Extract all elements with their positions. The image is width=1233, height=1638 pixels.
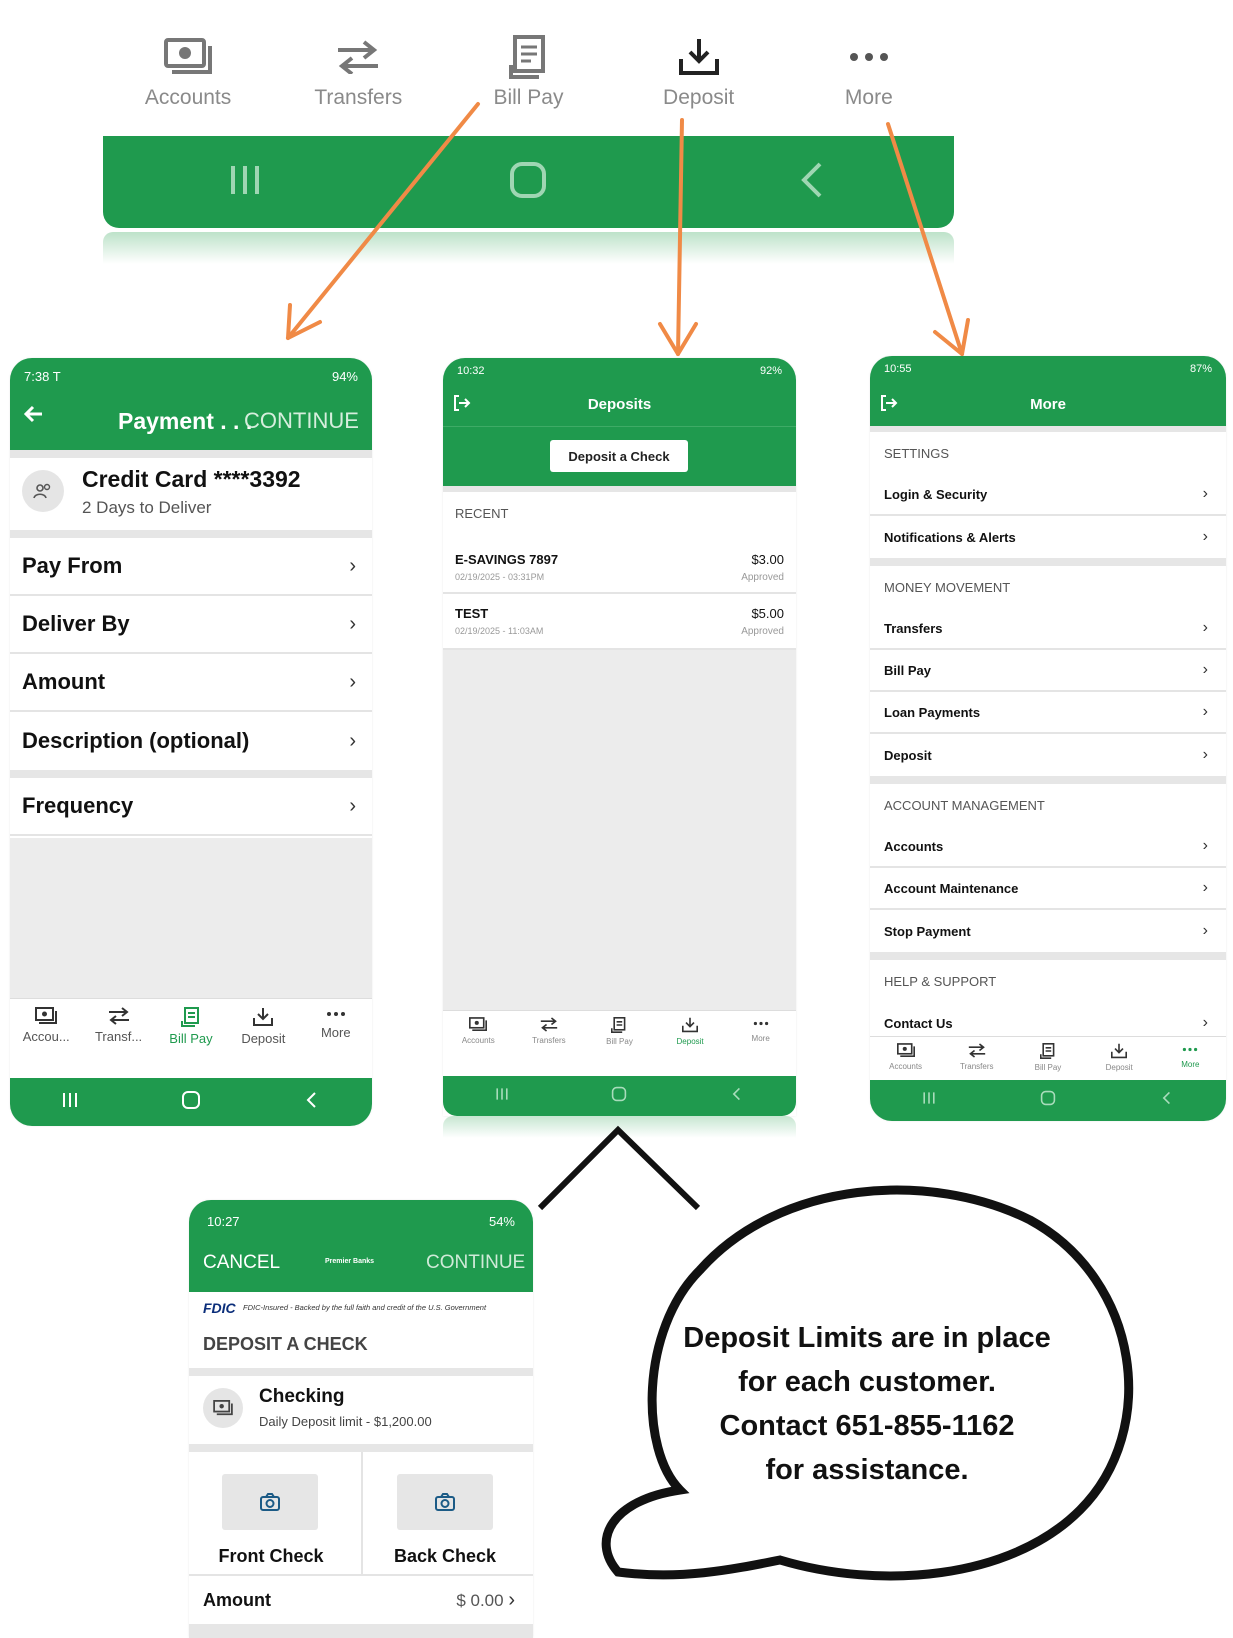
chevron-right-icon: › bbox=[508, 1588, 515, 1611]
speech-line: for assistance. bbox=[765, 1454, 969, 1486]
fdic-notice: FDIC-Insured - Backed by the full faith … bbox=[243, 1303, 487, 1312]
divider bbox=[189, 1368, 533, 1376]
status-time: 10:27 bbox=[207, 1213, 240, 1229]
back-check-camera-button[interactable] bbox=[397, 1474, 493, 1530]
back-check-label: Back Check bbox=[393, 1546, 497, 1566]
brand-logo: Premier Banks bbox=[325, 1258, 375, 1265]
divider bbox=[361, 1452, 363, 1574]
amount-value: $ 0.00 bbox=[456, 1590, 504, 1610]
front-check-label: Front Check bbox=[218, 1546, 324, 1566]
speech-line: Contact 651-855-1162 bbox=[719, 1410, 1015, 1442]
amount-row[interactable]: Amount $ 0.00 › bbox=[189, 1576, 533, 1624]
speech-bubble-text: Deposit Limits are in place for each cus… bbox=[652, 1316, 1082, 1492]
fdic-logo: FDIC bbox=[203, 1300, 236, 1316]
account-icon bbox=[203, 1388, 243, 1428]
camera-icon bbox=[260, 1493, 280, 1511]
amount-label: Amount bbox=[203, 1589, 271, 1610]
account-name[interactable]: Checking bbox=[259, 1386, 345, 1408]
section-title: DEPOSIT A CHECK bbox=[203, 1334, 368, 1354]
deposit-check-screen: 10:27 54% CANCEL Premier Banks CONTINUE … bbox=[189, 1200, 533, 1638]
camera-icon bbox=[435, 1493, 455, 1511]
status-bar: 10:27 54% bbox=[189, 1200, 533, 1242]
continue-button[interactable]: CONTINUE bbox=[426, 1252, 525, 1274]
status-battery: 54% bbox=[488, 1213, 515, 1229]
divider bbox=[189, 1444, 533, 1452]
front-check-camera-button[interactable] bbox=[222, 1474, 318, 1530]
speech-line: for each customer. bbox=[738, 1366, 996, 1398]
account-limit: Daily Deposit limit - $1,200.00 bbox=[259, 1414, 432, 1429]
divider bbox=[189, 1624, 533, 1638]
speech-line: Deposit Limits are in place bbox=[683, 1322, 1051, 1354]
cancel-button[interactable]: CANCEL bbox=[203, 1252, 280, 1274]
